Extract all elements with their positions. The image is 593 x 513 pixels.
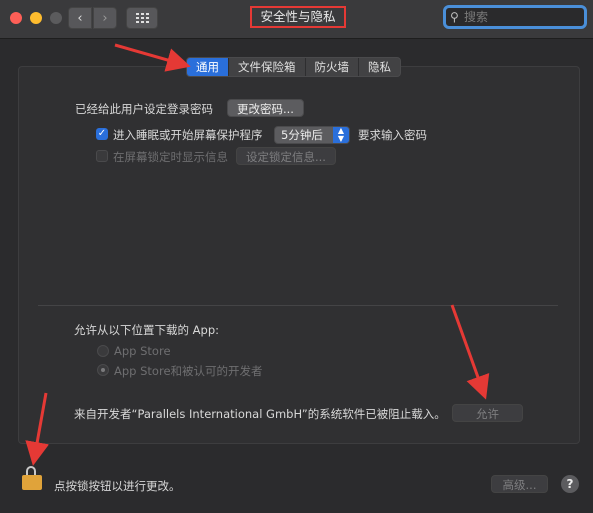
arrow-to-general-tab [114, 43, 191, 72]
annotation-arrows [25, 43, 490, 466]
arrow-to-lock [25, 392, 49, 466]
arrow-to-allow-button [450, 304, 490, 400]
